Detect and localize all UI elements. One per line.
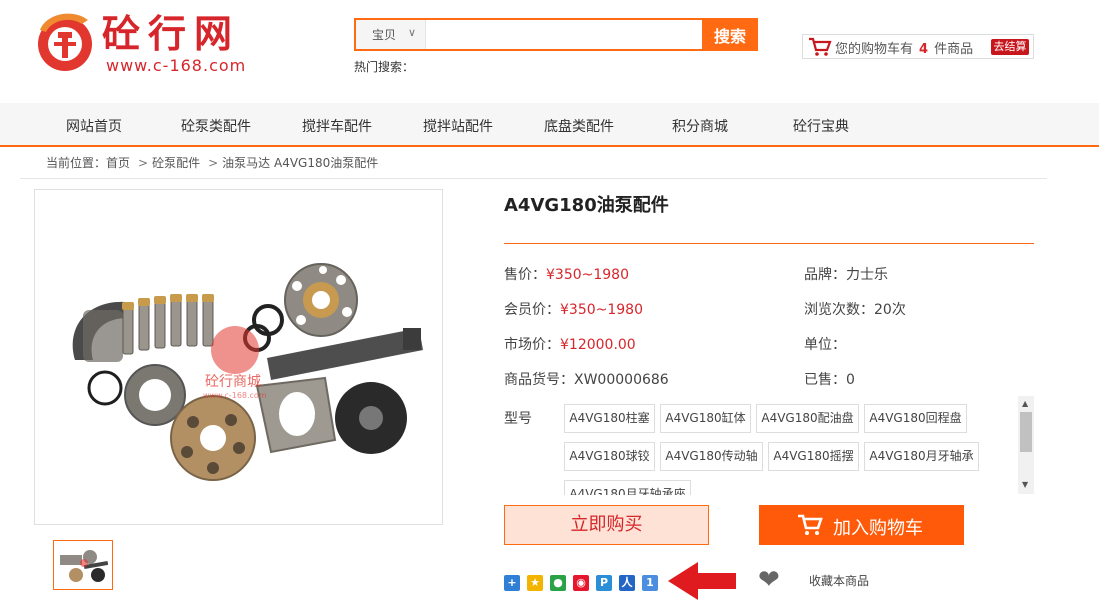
member-price-row: 会员价：¥350~1980 <box>504 299 643 319</box>
mini-cart[interactable]: 您的购物车有 4 件商品 去结算 <box>802 34 1034 59</box>
wechat-icon[interactable]: ● <box>550 575 566 591</box>
member-price-label: 会员价： <box>504 302 560 318</box>
watermark-url: www.c-168.com <box>203 391 267 400</box>
breadcrumb-label: 当前位置： <box>46 156 107 170</box>
model-options: A4VG180柱塞 A4VG180缸体 A4VG180配油盘 A4VG180回程… <box>564 403 1016 495</box>
search-box: 宝贝 ∨ 搜索 <box>354 18 758 51</box>
model-option[interactable]: A4VG180柱塞 <box>564 404 655 433</box>
model-option[interactable]: A4VG180传动轴 <box>660 442 763 471</box>
breadcrumb-divider <box>20 178 1047 179</box>
member-price-value: ¥350~1980 <box>560 302 643 318</box>
market-price-value: ¥12000.00 <box>560 337 636 353</box>
breadcrumb-separator: > <box>208 156 219 170</box>
logo-url: www.c-168.com <box>106 56 247 75</box>
breadcrumb-separator: > <box>138 156 149 170</box>
model-option[interactable]: A4VG180配油盘 <box>756 404 859 433</box>
sold-label: 已售： <box>804 372 846 388</box>
chevron-down-icon: ∨ <box>408 26 417 39</box>
views-value: 20次 <box>874 302 906 318</box>
product-title: A4VG180油泵配件 <box>504 195 669 216</box>
breadcrumb-home[interactable]: 首页 <box>106 156 130 170</box>
arrow-left-icon <box>668 562 736 600</box>
views-label: 浏览次数： <box>804 302 874 318</box>
title-divider <box>504 243 1034 244</box>
model-option[interactable]: A4VG180摇摆 <box>768 442 859 471</box>
sale-price-value: ¥350~1980 <box>546 267 629 283</box>
more-share-icon[interactable]: + <box>504 575 520 591</box>
sku-value: XW00000686 <box>574 372 669 388</box>
cart-summary: 您的购物车有 4 件商品 <box>835 38 973 57</box>
model-option[interactable]: A4VG180球铰 <box>564 442 655 471</box>
cart-icon <box>809 37 832 56</box>
cart-suffix: 件商品 <box>934 42 974 57</box>
add-to-cart-label: 加入购物车 <box>833 518 923 539</box>
sku-row: 商品货号：XW00000686 <box>504 369 669 389</box>
breadcrumb: 当前位置：首页 > 砼泵配件 > 油泵马达 A4VG180油泵配件 <box>46 154 382 171</box>
heart-icon[interactable]: ❤ <box>758 567 780 593</box>
search-input[interactable] <box>427 20 701 49</box>
search-scope-select[interactable]: 宝贝 ∨ <box>356 20 426 49</box>
buy-now-button[interactable]: 立即购买 <box>504 505 709 545</box>
views-row: 浏览次数：20次 <box>804 299 906 319</box>
watermark-text: 砼行商城 <box>205 374 261 390</box>
unit-row: 单位： <box>804 334 846 354</box>
brand-value: 力士乐 <box>846 267 888 283</box>
main-nav: 网站首页 砼泵类配件 搅拌车配件 搅拌站配件 底盘类配件 积分商城 砼行宝典 <box>0 103 1099 147</box>
sale-price-row: 售价：¥350~1980 <box>504 264 629 284</box>
scroll-up-icon[interactable]: ▲ <box>1022 399 1028 408</box>
model-label: 型号 <box>504 411 532 427</box>
market-price-label: 市场价： <box>504 337 560 353</box>
hot-search-label: 热门搜索： <box>354 60 415 74</box>
sold-value: 0 <box>846 372 855 388</box>
unit-label: 单位： <box>804 337 846 353</box>
nav-pump-parts[interactable]: 砼泵类配件 <box>181 116 251 136</box>
breadcrumb-current[interactable]: 油泵马达 A4VG180油泵配件 <box>222 156 378 170</box>
nav-chassis-parts[interactable]: 底盘类配件 <box>544 116 614 136</box>
search-scope-label: 宝贝 <box>372 28 397 42</box>
sale-price-label: 售价： <box>504 267 546 283</box>
product-photo: 砼行商城 www.c-168.com <box>72 263 423 481</box>
thumbnail-photo <box>60 550 109 582</box>
cart-count: 4 <box>919 42 929 57</box>
market-price-row: 市场价：¥12000.00 <box>504 334 636 354</box>
sold-row: 已售：0 <box>804 369 855 389</box>
model-option[interactable]: A4VG180回程盘 <box>864 404 967 433</box>
nav-points-mall[interactable]: 积分商城 <box>672 116 728 136</box>
nav-home[interactable]: 网站首页 <box>66 116 122 136</box>
model-option[interactable]: A4VG180缸体 <box>660 404 751 433</box>
number-one-icon[interactable]: 1 <box>642 575 658 591</box>
tencent-weibo-icon[interactable]: P <box>596 575 612 591</box>
weibo-icon[interactable]: ◉ <box>573 575 589 591</box>
nav-guide[interactable]: 砼行宝典 <box>793 116 849 136</box>
brand-row: 品牌：力士乐 <box>804 264 888 284</box>
add-to-cart-button[interactable]: 加入购物车 <box>759 505 964 545</box>
breadcrumb-category[interactable]: 砼泵配件 <box>152 156 200 170</box>
checkout-button[interactable]: 去结算 <box>991 39 1029 55</box>
brand-label: 品牌： <box>804 267 846 283</box>
scroll-thumb[interactable] <box>1020 412 1032 452</box>
product-thumbnail[interactable] <box>53 540 113 590</box>
model-option[interactable]: A4VG180月牙轴承 <box>864 442 979 471</box>
nav-mixer-truck-parts[interactable]: 搅拌车配件 <box>302 116 372 136</box>
product-main-image[interactable]: 砼行商城 www.c-168.com <box>34 189 443 525</box>
cart-prefix: 您的购物车有 <box>835 42 914 57</box>
cart-icon <box>798 514 823 535</box>
favorite-label[interactable]: 收藏本商品 <box>809 572 869 589</box>
search-button[interactable]: 搜索 <box>702 18 758 51</box>
site-logo[interactable]: 砼行网 www.c-168.com <box>32 10 272 80</box>
renren-icon[interactable]: 人 <box>619 575 635 591</box>
logo-mark-icon <box>38 13 92 71</box>
nav-mixing-plant-parts[interactable]: 搅拌站配件 <box>423 116 493 136</box>
scroll-down-icon[interactable]: ▼ <box>1022 480 1028 489</box>
model-option[interactable]: A4VG180月牙轴承座 <box>564 480 691 495</box>
sku-label: 商品货号： <box>504 372 574 388</box>
logo-name: 砼行网 <box>102 11 241 56</box>
qzone-icon[interactable]: ★ <box>527 575 543 591</box>
model-scrollbar[interactable]: ▲ ▼ <box>1018 396 1034 494</box>
